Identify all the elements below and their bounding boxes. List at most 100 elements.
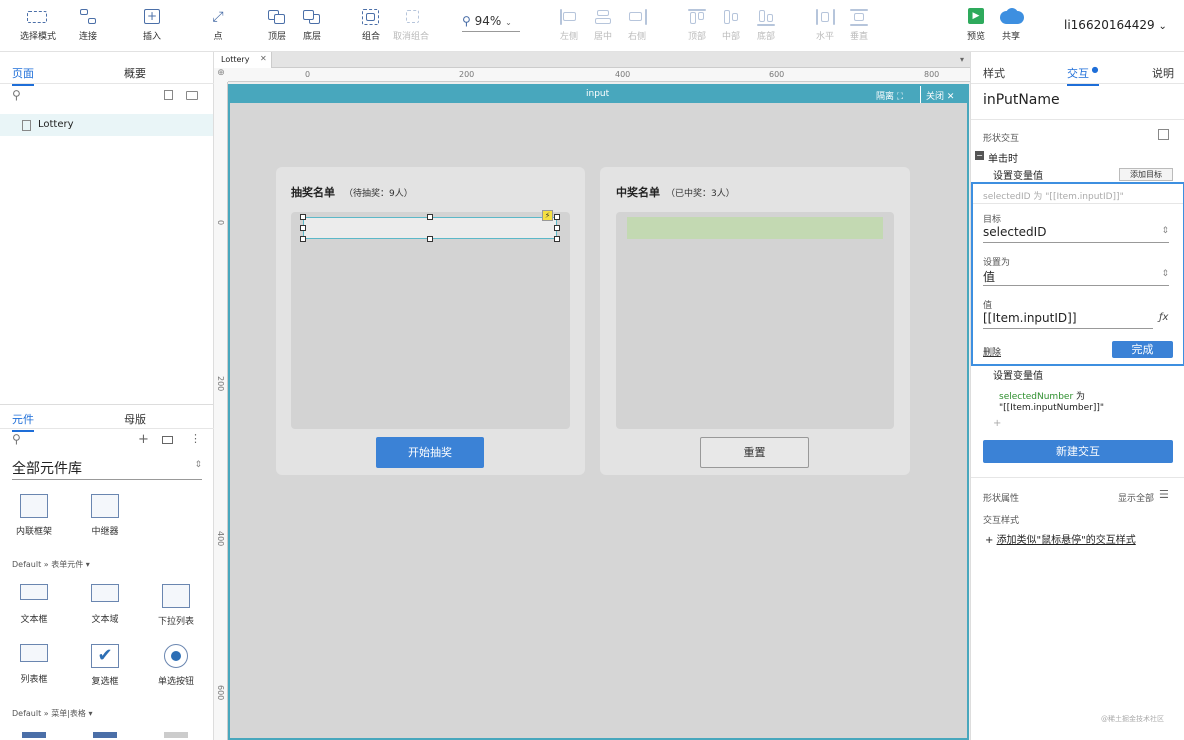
resize-handle[interactable] (427, 236, 433, 242)
section-form-widgets[interactable]: Default » 表单元件 ▾ (12, 559, 90, 570)
section-menu-widgets[interactable]: Default » 菜单|表格 ▾ (12, 708, 92, 719)
search-icon[interactable]: ⚲ (12, 88, 21, 102)
text-field-icon (20, 584, 48, 600)
select-mode-button[interactable]: 选择模式 (10, 8, 66, 42)
resize-handle[interactable] (300, 214, 306, 220)
tab-pages[interactable]: 页面 (12, 65, 34, 86)
isolate-button[interactable]: 隔离 ⛶ (876, 89, 903, 102)
point-icon: ⤢ (212, 9, 224, 25)
collapse-icon[interactable]: − (975, 151, 984, 160)
connect-button[interactable]: 连接 (60, 8, 116, 42)
widget-repeater[interactable]: 中继器 (75, 494, 135, 537)
align-bottom-button[interactable]: 底部 (738, 8, 794, 42)
ungroup-button[interactable]: 取消组合 (383, 8, 439, 42)
widget-text-area[interactable]: 文本域 (75, 584, 135, 625)
list-icon[interactable]: ☰ (1159, 488, 1169, 501)
group-icon (360, 8, 382, 26)
ruler-vertical: 0 200 400 600 (214, 82, 228, 740)
value-label: 值 (983, 301, 993, 311)
resize-handle[interactable] (427, 214, 433, 220)
page-item-lottery[interactable]: Lottery (0, 114, 213, 136)
ruler-h-label: 600 (769, 70, 785, 79)
add-page-icon[interactable] (164, 90, 173, 100)
add-library-icon[interactable]: + (138, 432, 149, 447)
widget-dropdown[interactable]: 下拉列表 (146, 584, 206, 627)
align-right-button[interactable]: 右侧 (609, 8, 665, 42)
bottom-layer-button[interactable]: 底层 (284, 8, 340, 42)
widget-label: 列表框 (20, 675, 48, 685)
target-select[interactable]: selectedID ⇕ (983, 225, 1169, 243)
action-set-variable-2[interactable]: 设置变量值 (993, 367, 1043, 382)
fx-icon[interactable]: ƒx (1159, 312, 1168, 323)
tab-outline[interactable]: 概要 (124, 65, 146, 81)
zoom-select[interactable]: ⚲ 94% ⌄ (462, 14, 520, 32)
menu-widget-icon[interactable] (22, 732, 46, 738)
widget-inline-frame[interactable]: 内联框架 (4, 494, 64, 537)
action-set-variable[interactable]: 设置变量值 (993, 167, 1043, 182)
widget-label: 单选按钮 (157, 677, 194, 687)
repeater-edit-frame: input 隔离 ⛶ 关闭 ✕ 抽奖名单 （待抽奖：9人） ⚡ 开始抽奖 中奖名… (228, 84, 969, 740)
widget-list-box[interactable]: 列表框 (4, 644, 64, 685)
library-select[interactable]: 全部元件库 ⇕ (12, 458, 202, 480)
folder-icon[interactable] (186, 91, 198, 100)
event-on-click[interactable]: 单击时 (988, 150, 1018, 165)
resize-handle[interactable] (300, 236, 306, 242)
resize-handle[interactable] (554, 214, 560, 220)
widget-label: 复选框 (91, 677, 119, 687)
tree-widget-icon[interactable] (164, 732, 188, 738)
resize-handle[interactable] (554, 236, 560, 242)
insert-button[interactable]: + 插入 (124, 8, 180, 42)
add-style-label: 添加类似"鼠标悬停"的交互样式 (996, 535, 1136, 546)
resize-handle[interactable] (300, 225, 306, 231)
plus-box-icon: + (141, 8, 163, 26)
share-button[interactable]: 共享 (983, 8, 1039, 42)
tab-masters[interactable]: 母版 (124, 411, 146, 427)
tab-notes[interactable]: 说明 (1152, 65, 1174, 81)
chevron-down-icon: ⌄ (505, 18, 512, 27)
widget-radio[interactable]: 单选按钮 (146, 644, 206, 687)
widget-name[interactable]: inPutName (983, 92, 1060, 108)
tab-widgets[interactable]: 元件 (12, 411, 34, 432)
lightning-icon[interactable]: ⚡ (542, 210, 553, 221)
point-button[interactable]: ⤢ 点 (190, 8, 246, 42)
delete-link[interactable]: 删除 (983, 345, 1001, 358)
align-bottom-icon (755, 8, 777, 26)
close-frame-button[interactable]: 关闭 ✕ (926, 89, 954, 102)
show-all-link[interactable]: 显示全部 (1118, 491, 1154, 504)
value-input[interactable]: [[Item.inputID]] (983, 311, 1153, 329)
widget-label: 文本框 (20, 615, 48, 625)
new-interaction-button[interactable]: 新建交互 (983, 440, 1173, 463)
add-action-icon[interactable]: + (993, 418, 1001, 429)
doc-tab-lottery[interactable]: Lottery ✕ (214, 52, 272, 68)
widget-text-field[interactable]: 文本框 (4, 584, 64, 625)
inspector-tabs: 样式 交互 ● 说明 (971, 60, 1184, 86)
tab-style[interactable]: 样式 (983, 65, 1005, 81)
done-button[interactable]: 完成 (1112, 341, 1173, 358)
ruler-horizontal: 0 200 400 600 800 (214, 68, 970, 82)
add-target-button[interactable]: 添加目标 (1119, 168, 1173, 181)
more-icon[interactable]: ⋮ (190, 432, 201, 445)
user-menu[interactable]: li16620164429 ⌄ (1064, 18, 1167, 32)
close-icon[interactable]: ✕ (260, 54, 267, 63)
value-text: [[Item.inputID]] (983, 311, 1077, 325)
left-panel: 页面 概要 ⚲ Lottery 元件 母版 ⚲ + ⋮ 全部元件库 ⇕ 内联框架… (0, 52, 214, 740)
winner-row[interactable] (627, 217, 883, 239)
isolate-icon: ⛶ (896, 92, 904, 102)
distribute-vertical-button[interactable]: 垂直 (831, 8, 887, 42)
action-2-detail: selectedNumber 为 (999, 389, 1085, 402)
library-icon[interactable] (162, 436, 173, 444)
resize-handle[interactable] (554, 225, 560, 231)
draw-list-repeater: ⚡ (291, 210, 570, 429)
expand-icon[interactable] (1158, 129, 1169, 140)
widget-checkbox[interactable]: ✔ 复选框 (75, 644, 135, 687)
plus-icon: + (985, 535, 997, 546)
tab-interactions[interactable]: 交互 ● (1067, 65, 1099, 86)
search-icon[interactable]: ⚲ (12, 432, 21, 446)
tabs-chevron-down-icon[interactable]: ▾ (960, 55, 964, 64)
add-interaction-style-link[interactable]: + 添加类似"鼠标悬停"的交互样式 (985, 531, 1136, 546)
start-draw-button[interactable]: 开始抽奖 (376, 437, 484, 468)
set-to-select[interactable]: 值 ⇕ (983, 268, 1169, 286)
reset-button[interactable]: 重置 (700, 437, 809, 468)
table-widget-icon[interactable] (93, 732, 117, 738)
target-label: 目标 (983, 215, 1002, 225)
